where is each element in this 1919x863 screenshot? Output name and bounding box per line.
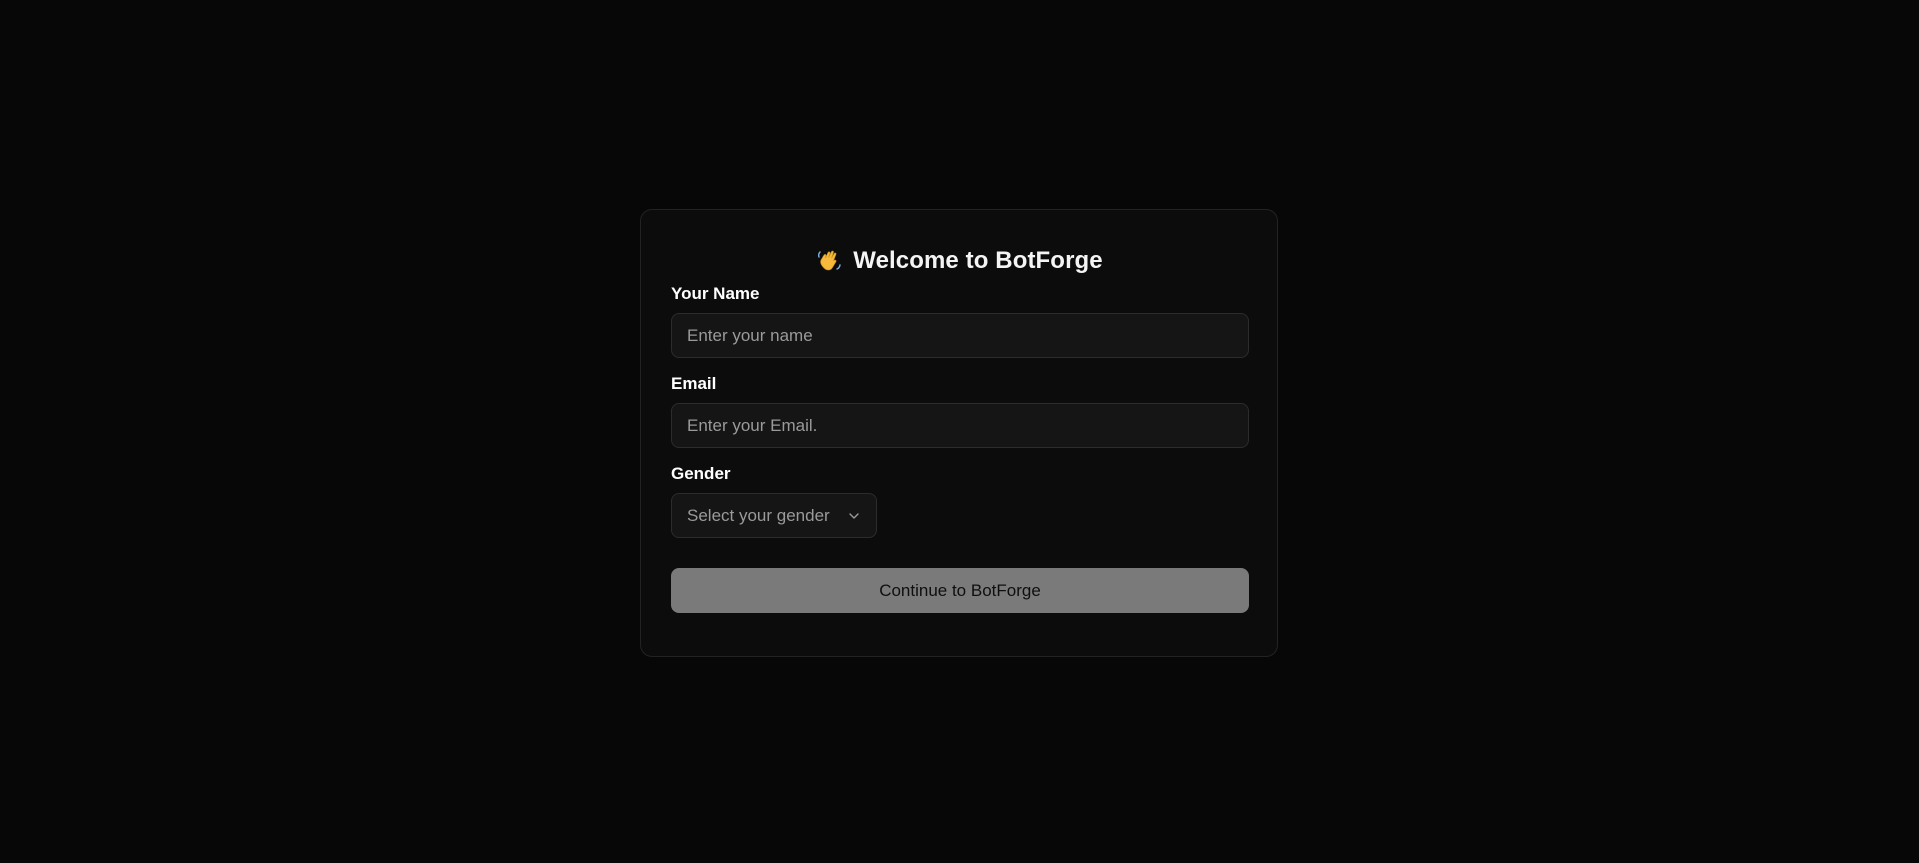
gender-select-value: Select your gender bbox=[687, 505, 830, 525]
welcome-title-text: Welcome to BotForge bbox=[853, 247, 1103, 274]
email-label: Email bbox=[671, 374, 717, 393]
welcome-title: Welcome to BotForge bbox=[671, 243, 1247, 279]
welcome-card: Welcome to BotForge Your Name Email Gend… bbox=[640, 209, 1278, 657]
gender-select[interactable]: Select your gender bbox=[671, 493, 877, 538]
gender-label: Gender bbox=[671, 464, 731, 483]
email-input[interactable] bbox=[671, 403, 1249, 448]
continue-button[interactable]: Continue to BotForge bbox=[671, 568, 1249, 613]
page: Welcome to BotForge Your Name Email Gend… bbox=[0, 0, 1919, 863]
name-label: Your Name bbox=[671, 284, 760, 303]
chevron-down-icon bbox=[847, 509, 861, 523]
waving-hand-icon bbox=[815, 247, 843, 275]
name-input[interactable] bbox=[671, 313, 1249, 358]
